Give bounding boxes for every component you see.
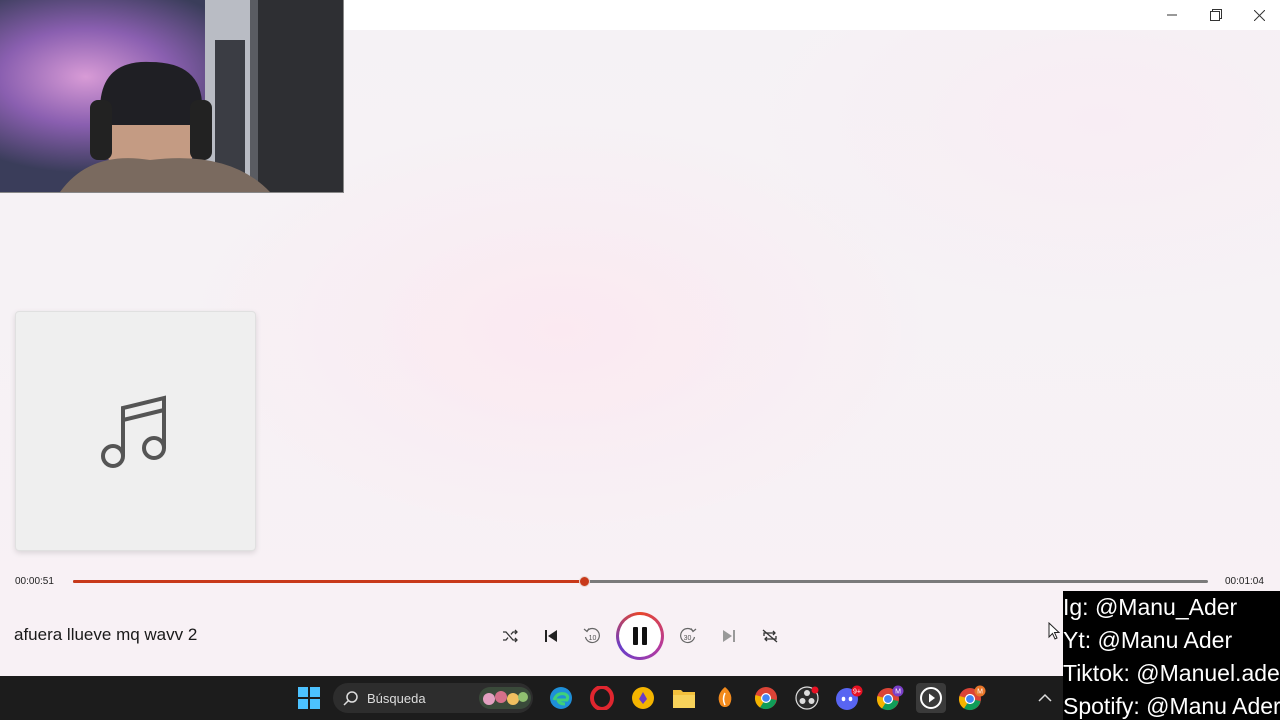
svg-text:9+: 9+: [853, 689, 861, 696]
svg-text:10: 10: [589, 635, 597, 642]
social-overlay: Ig: @Manu_Ader Yt: @Manu Ader Tiktok: @M…: [1063, 591, 1280, 720]
seek-bar[interactable]: [73, 576, 1208, 587]
shuffle-button[interactable]: [494, 620, 526, 652]
svg-text:M: M: [977, 689, 983, 696]
obs-icon[interactable]: [792, 683, 822, 713]
webcam-feed: [0, 0, 344, 193]
forward-30-icon: 30: [680, 627, 697, 644]
repeat-icon: [762, 629, 778, 643]
close-icon[interactable]: [1237, 0, 1280, 30]
file-explorer-icon[interactable]: [669, 683, 699, 713]
overlay-instagram: Ig: @Manu_Ader: [1063, 594, 1238, 620]
rewind-10-button[interactable]: 10: [576, 620, 608, 652]
previous-icon: [545, 630, 557, 642]
widgets-icon: [479, 687, 531, 709]
rewind-10-icon: 10: [583, 627, 600, 644]
pause-icon: [633, 627, 647, 645]
search-placeholder: Búsqueda: [367, 690, 426, 706]
minimize-icon[interactable]: [1150, 0, 1194, 30]
chrome-profile-2-icon[interactable]: M: [957, 683, 987, 713]
song-title: afuera llueve mq wavv 2: [14, 625, 198, 644]
next-icon: [723, 630, 735, 642]
seek-thumb[interactable]: [578, 576, 590, 587]
chrome-profile-icon[interactable]: M: [875, 683, 905, 713]
repeat-button[interactable]: [754, 620, 786, 652]
overlay-youtube: Yt: @Manu Ader: [1063, 627, 1233, 653]
windows-start-icon[interactable]: [294, 683, 324, 713]
restore-icon[interactable]: [1194, 0, 1238, 30]
discord-icon[interactable]: 9+: [834, 683, 864, 713]
svg-text:M: M: [895, 689, 901, 696]
music-note-icon: [100, 395, 166, 468]
chrome-icon[interactable]: [751, 683, 781, 713]
elapsed-time: 00:00:51: [15, 576, 54, 587]
chevron-up-icon[interactable]: [1030, 683, 1060, 713]
fl-studio-icon[interactable]: [710, 683, 740, 713]
next-button[interactable]: [713, 620, 745, 652]
search-icon: [343, 691, 358, 706]
mouse-cursor-icon: [1048, 622, 1060, 640]
media-player-icon[interactable]: [916, 683, 946, 713]
forward-30-button[interactable]: 30: [672, 620, 704, 652]
total-time: 00:01:04: [1225, 576, 1264, 587]
album-art: [15, 311, 256, 551]
shuffle-icon: [503, 629, 518, 643]
seek-bar-fill: [73, 580, 584, 583]
svg-text:30: 30: [684, 635, 692, 642]
edge-icon[interactable]: [546, 683, 576, 713]
vpn-icon[interactable]: [628, 683, 658, 713]
pause-button[interactable]: [616, 612, 664, 660]
overlay-spotify: Spotify: @Manu Ader: [1063, 693, 1280, 719]
opera-icon[interactable]: [587, 683, 617, 713]
taskbar-search[interactable]: Búsqueda: [333, 683, 533, 713]
previous-button[interactable]: [535, 620, 567, 652]
overlay-tiktok: Tiktok: @Manuel.ader: [1063, 660, 1280, 686]
